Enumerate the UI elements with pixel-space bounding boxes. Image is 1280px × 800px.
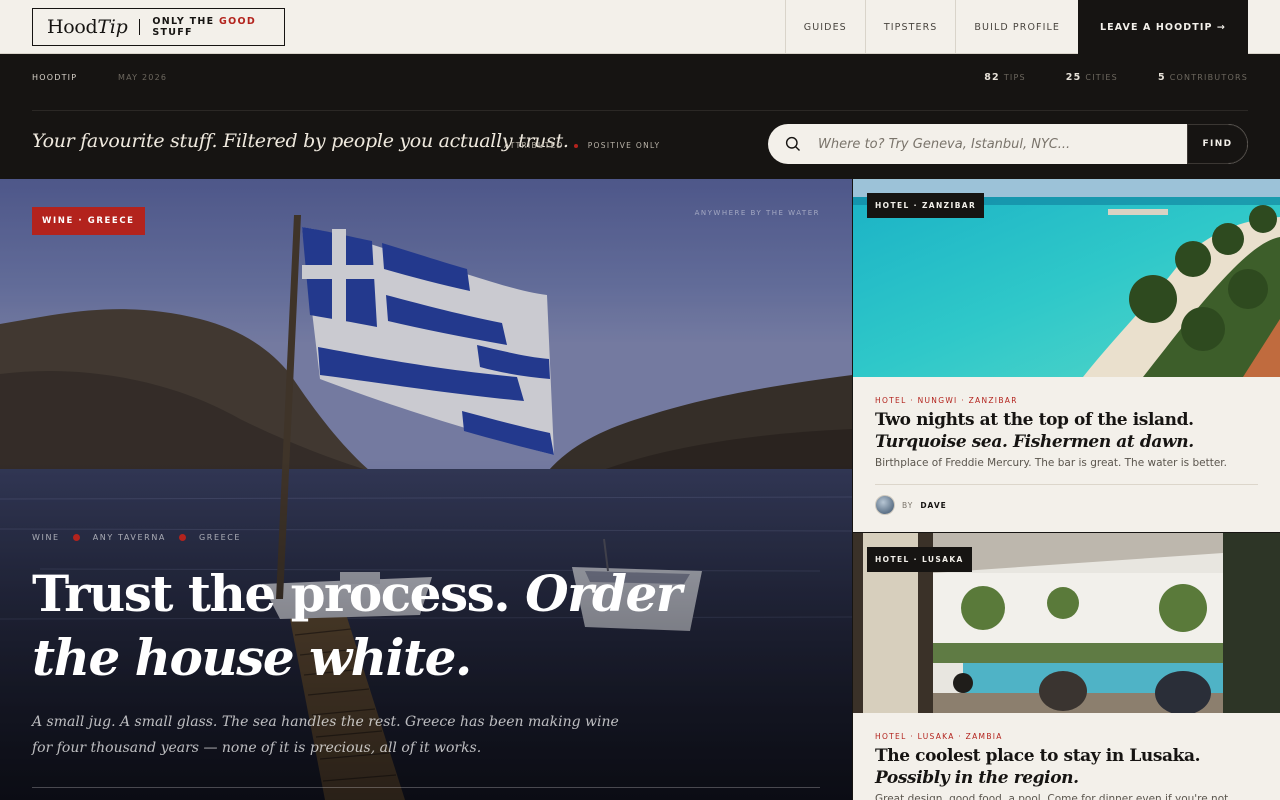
- meta-brand: HOODTIP: [32, 73, 78, 82]
- nav-build-profile[interactable]: BUILD PROFILE: [955, 0, 1078, 54]
- logo-tagline: ONLY THE GOOD STUFF: [152, 16, 257, 38]
- main-nav: GUIDES TIPSTERS BUILD PROFILE LEAVE A HO…: [784, 0, 1248, 54]
- meta-strip: HOODTIP MAY 2026 82 TIPS 25 CITIES 5 CONTRI…: [0, 54, 1280, 179]
- find-button[interactable]: FIND: [1187, 124, 1248, 164]
- flag-positive-only: POSITIVE ONLY: [587, 141, 661, 150]
- search-input[interactable]: [818, 124, 1187, 164]
- hero-divider: [32, 787, 820, 788]
- card-title[interactable]: Two nights at the top of the island. Tur…: [875, 409, 1260, 453]
- card-location-badge[interactable]: HOTEL · LUSAKA: [867, 547, 972, 572]
- hero-image: [0, 179, 852, 800]
- leave-hoodtip-button[interactable]: LEAVE A HOODTIP →: [1078, 0, 1248, 54]
- avatar: [875, 495, 895, 515]
- site-tagline: Your favourite stuff. Filtered by people…: [32, 130, 569, 152]
- card-description: Great design, good food, a pool. Come fo…: [875, 793, 1229, 800]
- author-name: DAVE: [920, 500, 947, 510]
- card-kicker: HOTEL · NUNGWI · ZANZIBAR: [875, 396, 1018, 405]
- dot-separator: [178, 534, 186, 541]
- logo-wordmark: HoodTip: [47, 16, 128, 38]
- tagline-flags: ATTRIBUTED POSITIVE ONLY: [504, 141, 660, 150]
- tip-card[interactable]: HOTEL · LUSAKA HOTEL · LUSAKA · ZAMBIA T…: [853, 533, 1280, 800]
- logo-divider: [139, 19, 141, 35]
- dot-separator: [72, 534, 80, 541]
- nav-guides[interactable]: GUIDES: [784, 0, 865, 54]
- crumb-category[interactable]: WINE: [32, 533, 60, 542]
- hero-feature[interactable]: WINE · GREECE ANYWHERE BY THE WATER WINE…: [0, 179, 852, 800]
- meta-date: MAY 2026: [118, 73, 168, 82]
- byline-prefix: BY: [902, 500, 914, 510]
- tip-card[interactable]: HOTEL · ZANZIBAR HOTEL · NUNGWI · ZANZIB…: [853, 179, 1280, 532]
- dot-separator: [573, 143, 578, 148]
- card-divider: [875, 484, 1258, 485]
- stat-contributors: 5 CONTRIBUTORS: [1157, 72, 1248, 83]
- search-icon: [768, 124, 818, 164]
- card-location-badge[interactable]: HOTEL · ZANZIBAR: [867, 193, 985, 218]
- flag-attributed: ATTRIBUTED: [504, 141, 564, 150]
- hero-corner-label: ANYWHERE BY THE WATER: [694, 209, 820, 217]
- stat-tips: 82 TIPS: [984, 72, 1026, 83]
- top-nav: HoodTip ONLY THE GOOD STUFF GUIDES TIPST…: [0, 0, 1280, 54]
- hero-title[interactable]: Trust the process. Order the house white…: [32, 562, 752, 690]
- stat-cities: 25 CITIES: [1065, 72, 1118, 83]
- nav-tipsters[interactable]: TIPSTERS: [864, 0, 956, 54]
- card-title[interactable]: The coolest place to stay in Lusaka. Pos…: [875, 745, 1260, 789]
- site-stats: 82 TIPS 25 CITIES 5 CONTRIBUTORS: [984, 72, 1248, 83]
- crumb-place[interactable]: ANY TAVERNA: [93, 533, 166, 542]
- hero-breadcrumb: WINE ANY TAVERNA GREECE: [32, 533, 241, 542]
- card-description: Birthplace of Freddie Mercury. The bar i…: [875, 457, 1228, 469]
- hero-category-badge[interactable]: WINE · GREECE: [32, 207, 145, 235]
- search-bar: FIND: [768, 124, 1248, 164]
- card-kicker: HOTEL · LUSAKA · ZAMBIA: [875, 732, 1003, 741]
- crumb-country[interactable]: GREECE: [199, 533, 241, 542]
- meta-row: HOODTIP MAY 2026 82 TIPS 25 CITIES 5 CONTRI…: [32, 54, 1248, 111]
- hero-subtitle: A small jug. A small glass. The sea hand…: [32, 714, 619, 756]
- card-author[interactable]: BY DAVE: [875, 495, 947, 515]
- logo[interactable]: HoodTip ONLY THE GOOD STUFF: [32, 8, 285, 46]
